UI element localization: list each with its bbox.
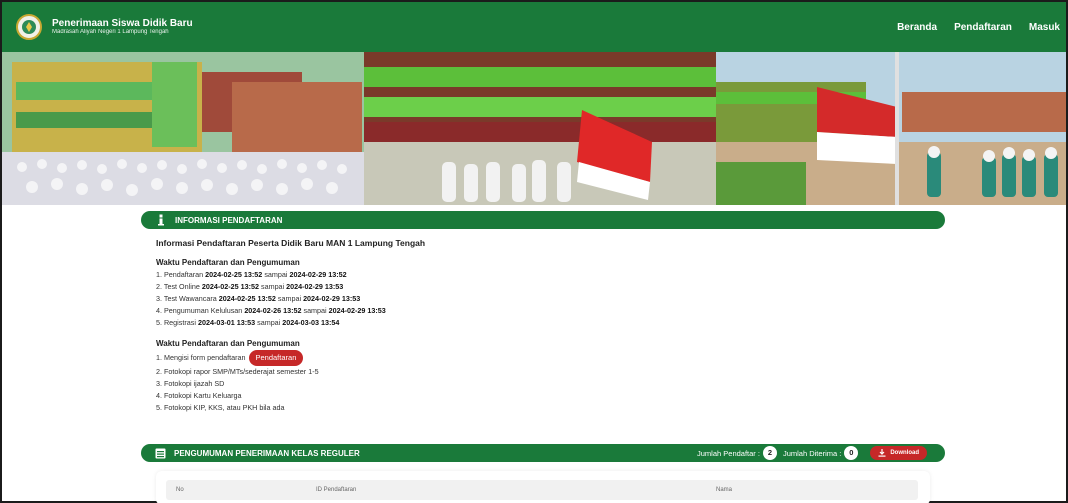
info-heading: Informasi Pendaftaran Peserta Didik Baru… <box>156 238 426 248</box>
announcement-section-header: PENGUMUMAN PENERIMAAN KELAS REGULER Juml… <box>141 444 945 462</box>
info-content: Informasi Pendaftaran Peserta Didik Baru… <box>156 238 425 414</box>
requirement-item: 4. Fotokopi Kartu Keluarga <box>156 391 242 400</box>
info-section-title: INFORMASI PENDAFTARAN <box>175 215 283 225</box>
download-label: Download <box>890 450 919 456</box>
schedule-item: 4. Pengumuman Kelulusan 2024-02-26 13:52… <box>156 306 386 315</box>
announcement-section-title: PENGUMUMAN PENERIMAAN KELAS REGULER <box>174 448 360 458</box>
column-nama: Nama <box>716 487 733 493</box>
nav-beranda[interactable]: Beranda <box>897 22 937 33</box>
column-no: No <box>176 487 184 493</box>
requirements-title: Waktu Pendaftaran dan Pengumuman <box>156 339 300 348</box>
announcement-stats: Jumlah Pendaftar : 2 Jumlah Diterima : 0… <box>697 444 927 462</box>
schedule-item: 1. Pendaftaran 2024-02-25 13:52 sampai 2… <box>156 270 347 279</box>
brand[interactable]: Penerimaan Siswa Didik Baru Madrasah Ali… <box>16 14 193 40</box>
hero-banner <box>2 52 1066 205</box>
column-id-pendaftaran: ID Pendaftaran <box>316 487 357 493</box>
document-icon <box>155 448 166 458</box>
info-icon <box>158 214 164 226</box>
pendaftaran-button[interactable]: Pendaftaran <box>248 350 304 366</box>
navbar: Penerimaan Siswa Didik Baru Madrasah Ali… <box>2 2 1066 52</box>
brand-subtitle: Madrasah Aliyah Negeri 1 Lampung Tengah <box>52 29 169 36</box>
registrants-label: Jumlah Pendaftar : <box>697 448 760 458</box>
school-photo-collage <box>2 52 1066 205</box>
brand-title: Penerimaan Siswa Didik Baru <box>52 18 193 30</box>
schedule-item: 3. Test Wawancara 2024-02-25 13:52 sampa… <box>156 294 361 303</box>
table-header: No ID Pendaftaran Nama <box>166 480 918 500</box>
announcement-table: No ID Pendaftaran Nama <box>156 471 930 503</box>
nav-masuk[interactable]: Masuk <box>1029 22 1060 33</box>
accepted-label: Jumlah Diterima : <box>782 448 842 458</box>
nav-pendaftaran[interactable]: Pendaftaran <box>954 22 1012 33</box>
info-section-header: INFORMASI PENDAFTARAN <box>141 211 945 229</box>
requirement-item: 5. Fotokopi KIP, KKS, atau PKH bila ada <box>156 403 285 412</box>
download-button[interactable]: Download <box>870 446 927 460</box>
accepted-count-badge: 0 <box>844 446 859 460</box>
download-icon <box>878 449 886 457</box>
requirement-item: 3. Fotokopi ijazah SD <box>156 379 225 388</box>
schedule-item: 5. Registrasi 2024-03-01 13:53 sampai 20… <box>156 318 340 327</box>
schedule-title: Waktu Pendaftaran dan Pengumuman <box>156 258 300 267</box>
schedule-item: 2. Test Online 2024-02-25 13:52 sampai 2… <box>156 282 344 291</box>
requirement-item: 2. Fotokopi rapor SMP/MTs/sederajat seme… <box>156 367 319 376</box>
registrants-count-badge: 2 <box>762 446 777 460</box>
nav-links: Beranda Pendaftaran Masuk <box>880 2 1060 52</box>
requirement-item: 1. Mengisi form pendaftaran Pendaftaran <box>156 350 425 366</box>
school-logo-icon <box>16 14 42 40</box>
